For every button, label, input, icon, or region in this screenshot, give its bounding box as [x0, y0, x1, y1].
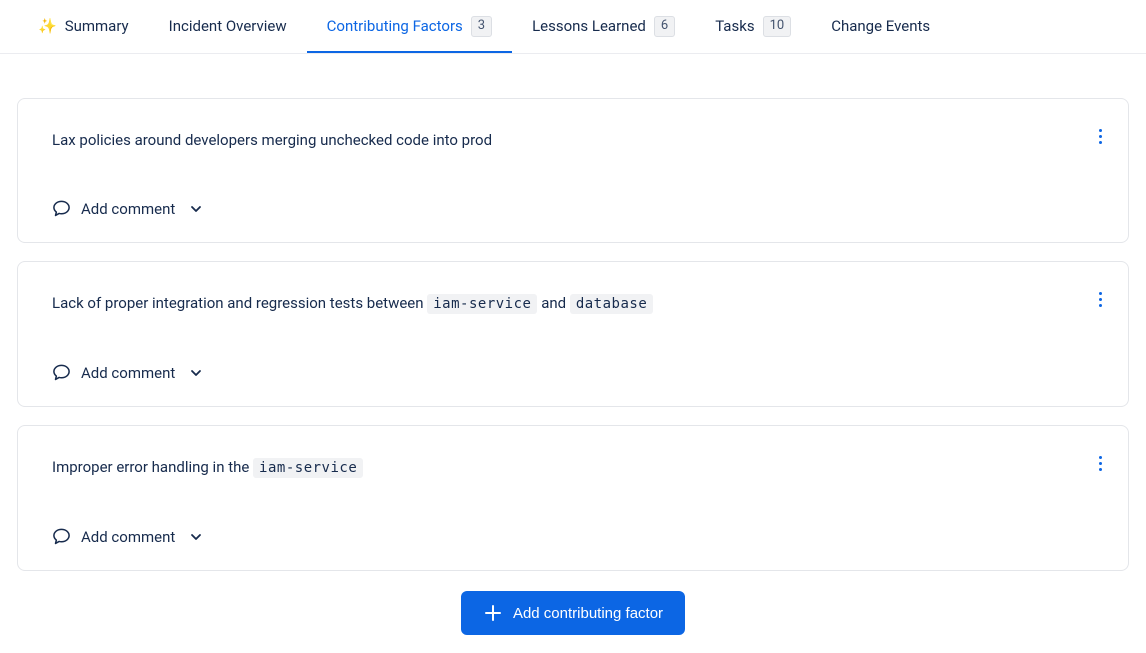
tab-badge: 6 [654, 16, 675, 37]
factor-card: Improper error handling in the iam-servi… [17, 425, 1129, 571]
factor-title: Lack of proper integration and regressio… [52, 292, 1094, 315]
code-chip: database [570, 294, 653, 314]
tab-label: Contributing Factors [327, 17, 463, 35]
add-comment-button[interactable]: Add comment [52, 199, 1094, 218]
tab-label: Summary [65, 17, 129, 35]
kebab-menu-icon[interactable] [1093, 450, 1108, 477]
tab-change-events[interactable]: Change Events [811, 1, 950, 51]
factor-text: Lack of proper integration and regressio… [52, 294, 427, 312]
chevron-down-icon [189, 366, 203, 380]
add-comment-label: Add comment [81, 200, 175, 218]
add-comment-button[interactable]: Add comment [52, 363, 1094, 382]
factor-card: Lack of proper integration and regressio… [17, 261, 1129, 407]
tab-badge: 10 [763, 16, 792, 37]
tab-label: Lessons Learned [532, 17, 646, 35]
comment-icon [52, 199, 71, 218]
tab-badge: 3 [471, 16, 492, 37]
factor-text: and [537, 294, 569, 312]
comment-icon [52, 363, 71, 382]
add-comment-button[interactable]: Add comment [52, 527, 1094, 546]
tabs-bar: ✨ Summary Incident Overview Contributing… [0, 0, 1146, 54]
add-comment-label: Add comment [81, 528, 175, 546]
tab-label: Change Events [831, 17, 930, 35]
add-factor-container: Add contributing factor [17, 591, 1129, 635]
add-comment-label: Add comment [81, 364, 175, 382]
tab-label: Incident Overview [169, 17, 287, 35]
sparkle-icon: ✨ [38, 17, 57, 35]
tab-lessons-learned[interactable]: Lessons Learned 6 [512, 0, 695, 53]
add-contributing-factor-button[interactable]: Add contributing factor [461, 591, 685, 635]
factor-title: Improper error handling in the iam-servi… [52, 456, 1094, 479]
chevron-down-icon [189, 530, 203, 544]
card-actions [1093, 450, 1108, 477]
factor-card: Lax policies around developers merging u… [17, 98, 1129, 244]
kebab-menu-icon[interactable] [1093, 286, 1108, 313]
comment-icon [52, 527, 71, 546]
tab-tasks[interactable]: Tasks 10 [695, 0, 811, 53]
tab-label: Tasks [715, 17, 754, 35]
code-chip: iam-service [253, 458, 363, 478]
tab-summary[interactable]: ✨ Summary [18, 1, 149, 51]
add-factor-label: Add contributing factor [513, 605, 663, 622]
card-actions [1093, 123, 1108, 150]
tab-incident-overview[interactable]: Incident Overview [149, 1, 307, 51]
plus-icon [483, 603, 503, 623]
card-actions [1093, 286, 1108, 313]
factor-text: Improper error handling in the [52, 458, 253, 476]
code-chip: iam-service [427, 294, 537, 314]
factor-text: Lax policies around developers merging u… [52, 131, 492, 149]
factor-title: Lax policies around developers merging u… [52, 129, 1094, 152]
kebab-menu-icon[interactable] [1093, 123, 1108, 150]
chevron-down-icon [189, 202, 203, 216]
content-area: Lax policies around developers merging u… [0, 54, 1146, 636]
tab-contributing-factors[interactable]: Contributing Factors 3 [307, 0, 512, 53]
